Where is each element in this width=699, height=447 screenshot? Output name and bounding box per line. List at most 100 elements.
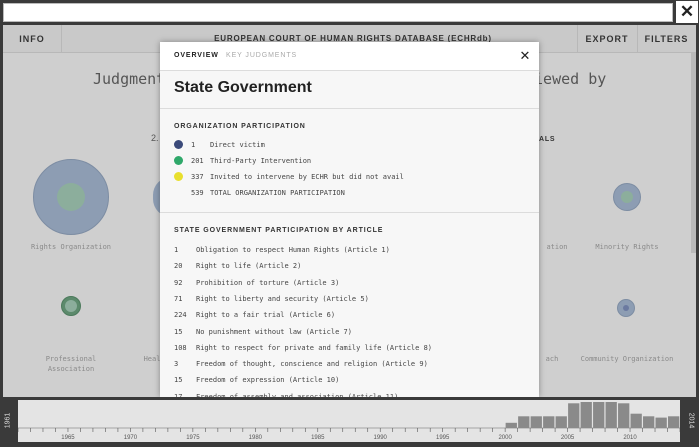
timeline-bar	[543, 416, 555, 428]
modal-divider	[160, 212, 539, 213]
participation-row: 539 TOTAL ORGANIZATION PARTICIPATION	[174, 187, 524, 199]
timeline-year-label: 2005	[561, 435, 575, 441]
article-label: Obligation to respect Human Rights (Arti…	[196, 246, 390, 254]
export-button[interactable]: EXPORT	[577, 25, 637, 53]
timeline-bar	[630, 413, 642, 428]
info-button[interactable]: INFO	[3, 25, 61, 53]
bubble-community-inner	[623, 305, 629, 311]
bubble-professional-inner	[65, 300, 77, 312]
participation-count: 201	[191, 157, 204, 165]
article-row: 1 Obligation to respect Human Rights (Art…	[174, 244, 524, 256]
stat-right-fragment: ALS	[539, 136, 556, 143]
timeline-year-label: 1990	[374, 435, 388, 441]
bubble-label: ach	[545, 355, 559, 363]
timeline-year-label: 1970	[124, 435, 138, 441]
article-count: 108	[174, 343, 187, 352]
bubble-label: Rights Organization	[30, 243, 112, 251]
article-label: Freedom of thought, conscience and relig…	[196, 360, 428, 369]
timeline-chart: 1965 1970 1975 1980 1985 1990 1995 2000 2005 2010	[17, 402, 681, 441]
article-heading: STATE GOVERNMENT PARTICIPATION BY ARTICL…	[174, 227, 384, 234]
timeline-year-label: 2010	[623, 435, 637, 441]
timeline-year-label: 1985	[311, 435, 325, 441]
navy-dot-icon	[174, 140, 183, 149]
green-dot-icon	[174, 156, 183, 165]
participation-count: 337	[191, 173, 204, 181]
bubble-label: Minority Rights	[595, 243, 659, 251]
modal-divider	[160, 108, 539, 109]
timeline-bar	[530, 416, 542, 428]
article-count: 224	[174, 311, 187, 320]
article-count: 71	[174, 294, 183, 303]
article-label: Freedom of expression (Article 10)	[196, 376, 340, 385]
timeline-year-label: 1965	[61, 435, 75, 441]
participation-count: 539	[191, 189, 204, 197]
app-window: ✕ INFO EUROPEAN COURT OF HUMAN RIGHTS DA…	[0, 0, 699, 445]
article-count: 20	[174, 262, 183, 271]
yellow-dot-icon	[174, 172, 183, 181]
article-label: No punishment without law (Article 7)	[196, 327, 352, 336]
timeline-bar	[618, 403, 630, 428]
article-row: 92 Prohibition of torture (Article 3)	[174, 277, 524, 289]
timeline-bar	[505, 422, 517, 428]
participation-heading: ORGANIZATION PARTICIPATION	[174, 123, 306, 130]
search-input[interactable]	[3, 3, 673, 22]
timeline-end-year: 2014	[687, 412, 695, 429]
close-window-button[interactable]: ✕	[676, 1, 698, 23]
timeline-year-label: 1995	[436, 435, 450, 441]
timeline-bar	[605, 402, 617, 428]
article-count: 3	[174, 360, 179, 369]
participation-label: TOTAL ORGANIZATION PARTICIPATION	[210, 189, 345, 197]
timeline-bar	[655, 417, 667, 428]
participation-label: Third-Party Intervention	[210, 157, 312, 165]
article-label: Right to life (Article 2)	[196, 262, 302, 271]
article-label: Right to liberty and security (Article 5…	[196, 294, 369, 303]
nav-divider	[61, 25, 62, 53]
article-label: Right to a fair trial (Article 6)	[196, 311, 336, 320]
tab-key-judgments[interactable]: KEY JUDGMENTS	[226, 52, 297, 59]
timeline-track[interactable]: 1965 1970 1975 1980 1985 1990 1995 2000 2005 2010	[17, 400, 681, 442]
timeline-bar	[555, 416, 567, 428]
timeline-bar	[580, 402, 592, 428]
timeline-start-year: 1961	[4, 412, 12, 429]
stat-left: 2.	[151, 133, 159, 143]
modal-tabs: OVERVIEW KEY JUDGMENTS ✕	[160, 42, 539, 70]
article-count: 92	[174, 278, 183, 287]
article-count: 15	[174, 376, 183, 385]
participation-label: Invited to intervene by ECHR but did not…	[210, 173, 404, 181]
article-row: 108 Right to respect for private and fami…	[174, 342, 524, 354]
timeline-bar	[518, 416, 530, 428]
timeline-bar	[568, 403, 580, 428]
timeline-bar	[643, 416, 655, 428]
timeline-bar	[593, 402, 605, 428]
article-row: 3 Freedom of thought, conscience and reli…	[174, 358, 524, 370]
page-scrollbar[interactable]	[691, 53, 696, 253]
bubble-minority-rights-inner	[621, 191, 633, 203]
article-row: 71 Right to liberty and security (Article…	[174, 293, 524, 305]
participation-count: 1	[191, 141, 196, 149]
participation-row: 337 Invited to intervene by ECHR but did…	[174, 171, 524, 183]
participation-row: 1 Direct victim	[174, 139, 524, 151]
article-row: 20 Right to life (Article 2)	[174, 260, 524, 272]
bubble-label: Professional Association	[45, 355, 97, 373]
modal-title: State Government	[174, 79, 312, 96]
modal-close-button[interactable]: ✕	[517, 48, 533, 64]
article-row: 15 Freedom of expression (Article 10)	[174, 374, 524, 386]
timeline-slider[interactable]: 1965 1970 1975 1980 1985 1990 1995 2000 2005 2010	[0, 397, 699, 445]
timeline-year-label: 1975	[186, 435, 200, 441]
article-row: 224 Right to a fair trial (Article 6)	[174, 309, 524, 321]
article-label: Right to respect for private and family …	[196, 343, 433, 352]
close-icon: ✕	[679, 2, 695, 21]
article-row: 15 No punishment without law (Article 7)	[174, 326, 524, 338]
organization-modal: OVERVIEW KEY JUDGMENTS ✕ State Governmen…	[160, 42, 539, 397]
participation-label: Direct victim	[210, 141, 265, 149]
article-count: 15	[174, 327, 183, 336]
bubble-label: ation	[546, 243, 568, 251]
participation-row: 201 Third-Party Intervention	[174, 155, 524, 167]
timeline-year-label: 1980	[249, 435, 263, 441]
article-count: 1	[174, 246, 179, 254]
tab-overview[interactable]: OVERVIEW	[174, 52, 219, 59]
filters-button[interactable]: FILTERS	[637, 25, 696, 53]
bubble-rights-organization-inner	[57, 183, 85, 211]
article-label: Prohibition of torture (Article 3)	[196, 278, 340, 287]
modal-divider	[160, 70, 539, 71]
